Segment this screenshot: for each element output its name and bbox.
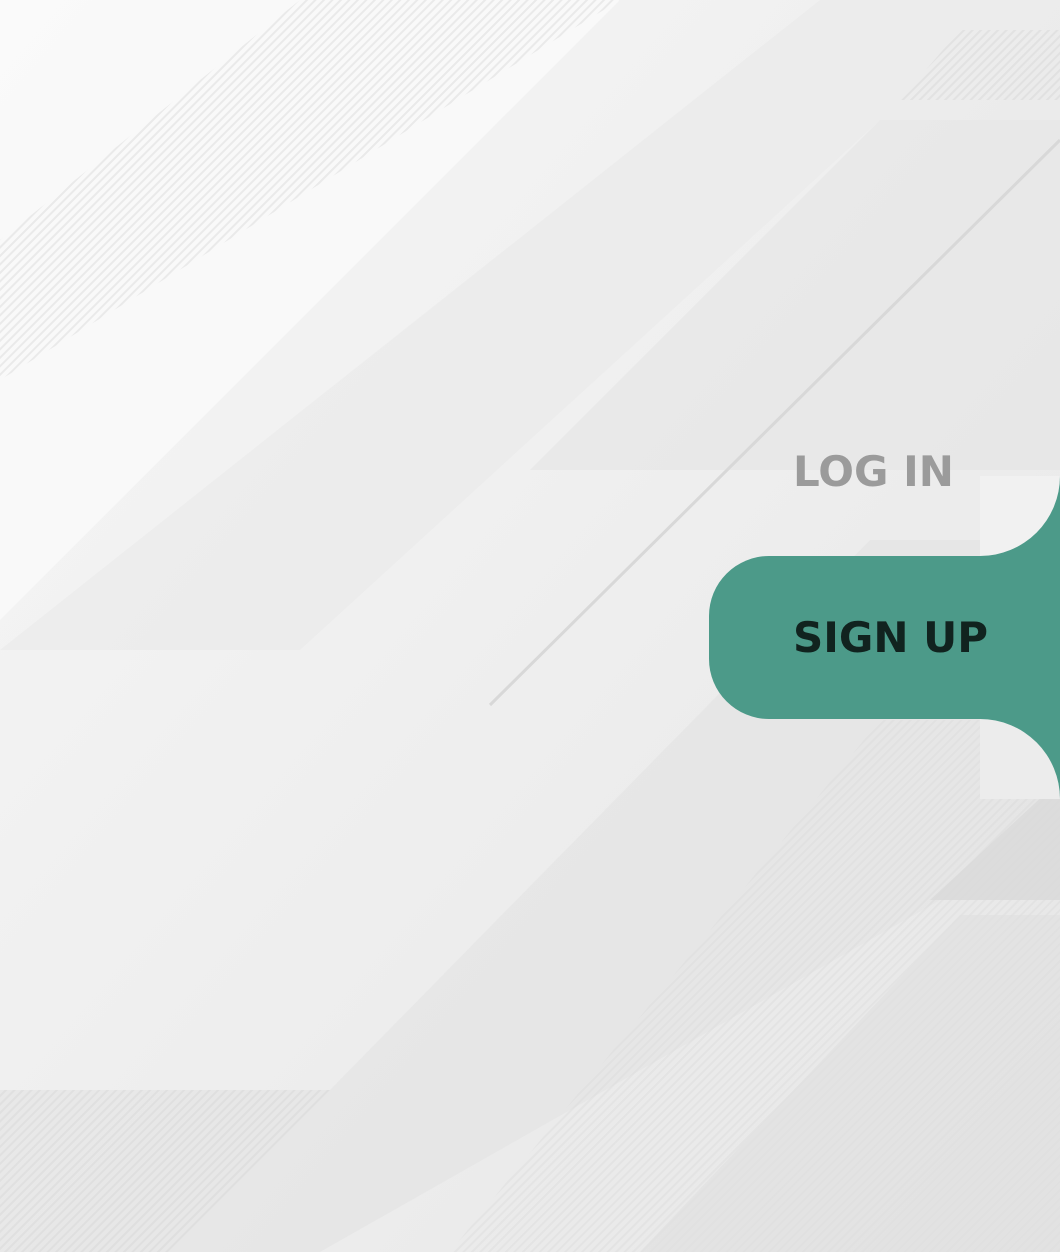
tab-log-in[interactable]: LOG IN bbox=[709, 386, 1060, 556]
active-tab-bottom-corner bbox=[980, 719, 1060, 799]
tab-log-in-label: LOG IN bbox=[793, 446, 954, 496]
auth-page: LOG IN SIGN UP bbox=[0, 0, 1060, 1252]
tab-sign-up[interactable]: SIGN UP bbox=[709, 556, 1060, 719]
tab-sign-up-label: SIGN UP bbox=[793, 613, 989, 662]
